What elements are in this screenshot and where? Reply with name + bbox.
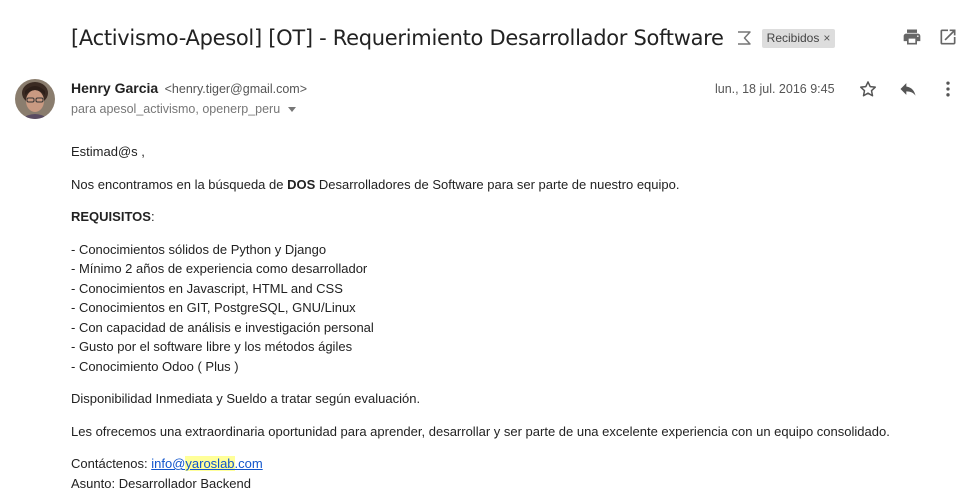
message-body: Estimad@s , Nos encontramos en la búsque…	[71, 142, 890, 493]
avatar[interactable]	[15, 79, 55, 119]
requirement-item: - Gusto por el software libre y los méto…	[71, 339, 353, 354]
show-details-chevron-down-icon[interactable]	[288, 106, 297, 112]
reply-icon[interactable]	[898, 79, 918, 99]
recipients-text: para apesol_activismo, openerp_peru	[71, 102, 281, 116]
requirement-item: - Conocimientos en Javascript, HTML and …	[71, 280, 343, 296]
subject-row: [Activismo-Apesol] [OT] - Requerimiento …	[71, 22, 836, 54]
intro-paragraph: Nos encontramos en la búsqueda de DOS De…	[71, 176, 680, 192]
more-options-icon[interactable]	[938, 79, 958, 99]
subject-line: Asunto: Desarrollador Backend	[71, 475, 251, 491]
label-chip-recibidos[interactable]: Recibidos ×	[761, 28, 836, 48]
open-new-window-icon[interactable]	[938, 27, 958, 47]
email-subject: [Activismo-Apesol] [OT] - Requerimiento …	[71, 26, 724, 50]
requirement-item: - Conocimientos en GIT, PostgreSQL, GNU/…	[71, 300, 356, 315]
label-remove-icon[interactable]: ×	[823, 31, 830, 45]
greeting: Estimad@s ,	[71, 144, 145, 159]
contact-line: Contáctenos: info@yaroslab.com	[71, 456, 263, 471]
recipients: para apesol_activismo, openerp_peru	[71, 102, 297, 116]
availability-paragraph: Disponibilidad Inmediata y Sueldo a trat…	[71, 391, 421, 406]
requirements-title: REQUISITOS:	[71, 209, 155, 224]
message-date: lun., 18 jul. 2016 9:45	[715, 82, 835, 96]
sender-name[interactable]: Henry Garcia	[71, 80, 158, 96]
sender: Henry Garcia <henry.tiger@gmail.com>	[71, 80, 307, 98]
requirement-item: - Conocimientos sólidos de Python y Djan…	[71, 241, 327, 257]
offer-paragraph: Les ofrecemos una extraordinaria oportun…	[71, 423, 890, 439]
requirement-item: - Mínimo 2 años de experiencia como desa…	[71, 261, 368, 276]
requirement-item: - Conocimiento Odoo ( Plus )	[71, 358, 239, 374]
star-icon[interactable]	[858, 79, 878, 99]
requirement-item: - Con capacidad de análisis e investigac…	[71, 319, 374, 335]
label-chip-text: Recibidos	[766, 31, 820, 45]
contact-email-link[interactable]: info@yaroslab.com	[151, 456, 263, 471]
importance-marker-icon[interactable]	[736, 29, 754, 47]
print-icon[interactable]	[902, 27, 922, 47]
intro-bold: DOS	[287, 176, 316, 192]
sender-email: <henry.tiger@gmail.com>	[164, 82, 308, 96]
